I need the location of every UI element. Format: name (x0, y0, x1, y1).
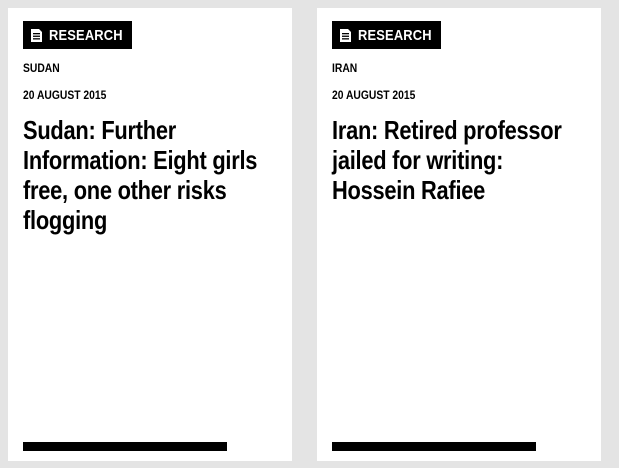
card-title[interactable]: Iran: Retired professor jailed for writi… (332, 115, 584, 205)
research-card-sudan[interactable]: RESEARCH SUDAN 20 AUGUST 2015 Sudan: Fur… (8, 8, 292, 461)
badge-label: RESEARCH (358, 26, 432, 44)
card-location: SUDAN (23, 61, 60, 75)
research-badge: RESEARCH (332, 21, 441, 49)
card-date: 20 AUGUST 2015 (332, 88, 416, 102)
badge-label: RESEARCH (49, 26, 123, 44)
card-title[interactable]: Sudan: Further Information: Eight girls … (23, 115, 275, 235)
document-icon (31, 28, 42, 42)
card-footer-bar (332, 442, 536, 451)
document-icon (340, 28, 351, 42)
card-location: IRAN (332, 61, 358, 75)
card-footer-bar (23, 442, 227, 451)
research-badge: RESEARCH (23, 21, 132, 49)
card-date: 20 AUGUST 2015 (23, 88, 107, 102)
research-card-iran[interactable]: RESEARCH IRAN 20 AUGUST 2015 Iran: Retir… (317, 8, 601, 461)
